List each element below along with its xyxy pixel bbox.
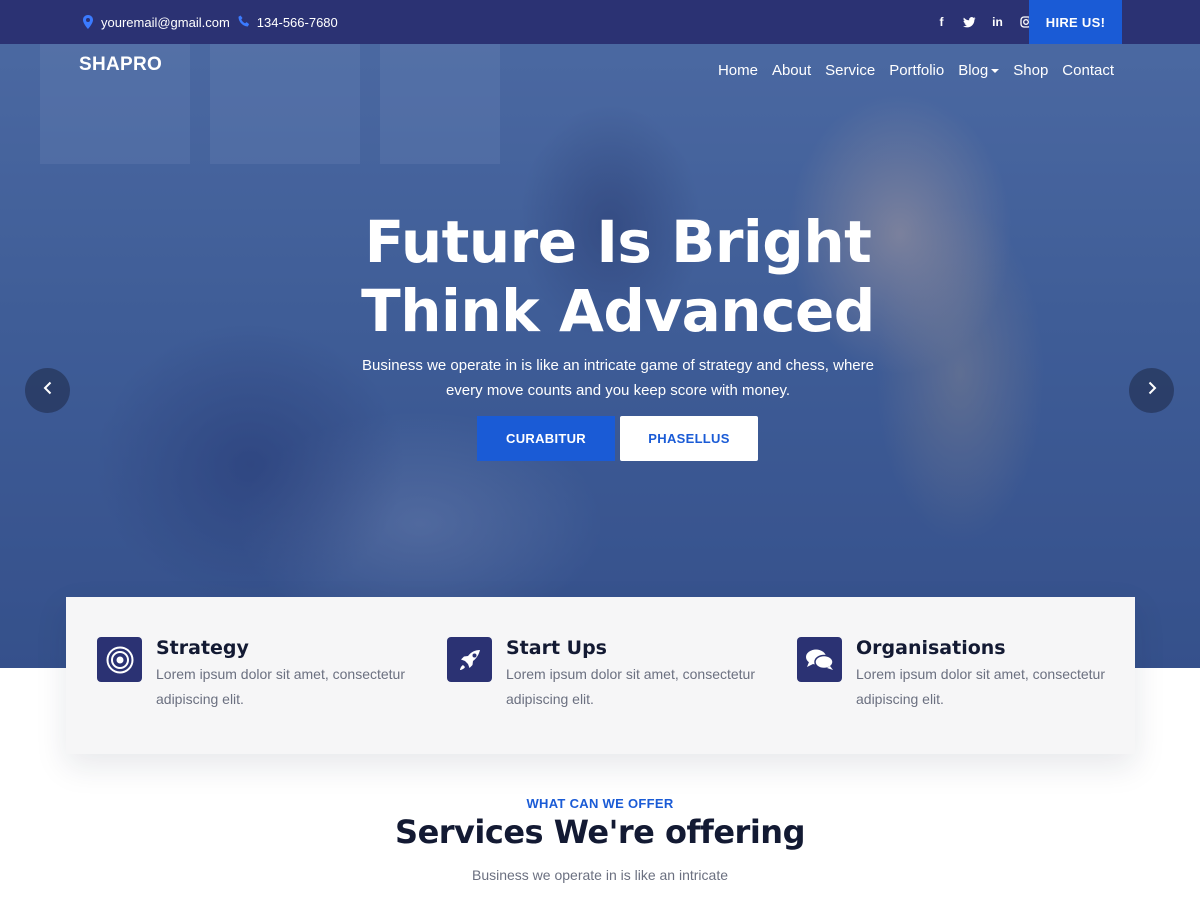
feature-desc: Lorem ipsum dolor sit amet, consectetur … (856, 666, 1105, 707)
contact-info: youremail@gmail.com 134-566-7680 (82, 0, 346, 44)
target-icon (97, 637, 142, 682)
feature-title: Strategy (156, 637, 249, 659)
nav-blog-label: Blog (958, 62, 989, 79)
phasellus-button[interactable]: PHASELLUS (620, 416, 758, 461)
phone-contact[interactable]: 134-566-7680 (238, 15, 338, 30)
hero-slider: SHAPRO Home About Service Portfolio Blog… (0, 44, 1200, 668)
social-links: f in (920, 0, 1032, 44)
nav-blog[interactable]: Blog (958, 62, 1000, 79)
curabitur-button[interactable]: CURABITUR (477, 416, 615, 461)
feature-desc: Lorem ipsum dolor sit amet, consectetur … (156, 666, 405, 707)
services-title: Services We're offering (395, 813, 805, 851)
top-bar: youremail@gmail.com 134-566-7680 f in HI… (0, 0, 1200, 44)
services-subtitle: Business we operate in is like an intric… (471, 867, 729, 883)
slider-next-button[interactable] (1129, 368, 1174, 413)
linkedin-icon[interactable]: in (991, 15, 1004, 29)
email-text: youremail@gmail.com (101, 14, 230, 30)
rocket-icon (447, 637, 492, 682)
twitter-icon[interactable] (963, 16, 976, 28)
main-nav: Home About Service Portfolio Blog Shop C… (704, 62, 1114, 79)
nav-portfolio[interactable]: Portfolio (889, 62, 944, 79)
chevron-down-icon (991, 68, 1000, 73)
hire-us-button[interactable]: HIRE US! (1029, 0, 1122, 44)
phone-text: 134-566-7680 (256, 14, 338, 30)
feature-desc: Lorem ipsum dolor sit amet, consectetur … (506, 666, 755, 707)
feature-title: Start Ups (506, 637, 607, 659)
phone-icon (238, 15, 250, 29)
nav-service[interactable]: Service (825, 62, 875, 79)
feature-title: Organisations (856, 637, 1006, 659)
nav-about[interactable]: About (772, 62, 811, 79)
map-pin-icon (82, 15, 94, 29)
features-card: Strategy Lorem ipsum dolor sit amet, con… (66, 597, 1135, 754)
site-logo[interactable]: SHAPRO (79, 54, 162, 76)
nav-contact[interactable]: Contact (1062, 62, 1114, 79)
nav-shop[interactable]: Shop (1013, 62, 1048, 79)
chevron-left-icon (43, 381, 53, 400)
email-contact[interactable]: youremail@gmail.com (82, 15, 230, 30)
facebook-icon[interactable]: f (935, 15, 948, 29)
hero-title-line1: Future Is Bright (364, 208, 872, 276)
chevron-right-icon (1147, 381, 1157, 400)
services-eyebrow: WHAT CAN WE OFFER (526, 796, 674, 811)
nav-home[interactable]: Home (718, 62, 758, 79)
slider-prev-button[interactable] (25, 368, 70, 413)
hero-title-line2: Think Advanced (361, 277, 875, 345)
hero-title: Future Is Bright Think Advanced (0, 208, 1200, 346)
chat-bubbles-icon (797, 637, 842, 682)
hero-text: Business we operate in is like an intric… (362, 357, 874, 399)
